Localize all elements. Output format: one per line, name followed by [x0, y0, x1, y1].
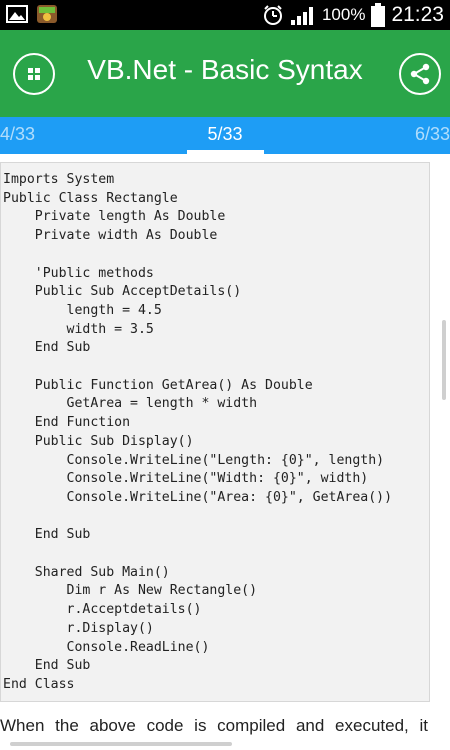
page-title: VB.Net - Basic Syntax: [87, 54, 363, 85]
code-line: Console.WriteLine("Width: {0}", width): [3, 471, 369, 487]
code-line: Public Sub AcceptDetails(): [3, 284, 242, 300]
tab-current[interactable]: 5/33: [0, 124, 450, 145]
app-bar: VB.Net - Basic Syntax: [0, 30, 450, 117]
code-line: r.Display(): [3, 620, 154, 636]
code-line: End Class: [3, 676, 75, 692]
clock: 21:23: [391, 3, 444, 26]
signal-icon: [290, 7, 313, 25]
description-text: When the above code is compiled and exec…: [0, 716, 428, 735]
code-line: End Sub: [3, 658, 91, 674]
code-line: Public Function GetArea() As Double: [3, 377, 313, 393]
horizontal-scrollbar[interactable]: [10, 742, 232, 746]
gallery-icon: [6, 5, 28, 23]
code-line: width = 3.5: [3, 321, 154, 337]
code-line: Shared Sub Main(): [3, 564, 170, 580]
code-line: length = 4.5: [3, 302, 162, 318]
share-icon: [410, 63, 430, 85]
code-line: Imports System: [3, 172, 115, 187]
code-line: End Sub: [3, 527, 91, 543]
code-line: Public Sub Display(): [3, 433, 194, 449]
code-line: End Function: [3, 415, 131, 431]
code-line: r.Acceptdetails(): [3, 602, 202, 618]
code-line: End Sub: [3, 340, 91, 356]
code-line: Dim r As New Rectangle(): [3, 583, 258, 599]
code-line: 'Public methods: [3, 265, 154, 281]
tab-indicator: [187, 150, 264, 154]
code-line: Console.WriteLine("Area: {0}", GetArea()…: [3, 489, 393, 505]
tab-next[interactable]: 6/33: [415, 124, 450, 145]
code-line: Console.WriteLine("Length: {0}", length): [3, 452, 385, 468]
battery-icon: [371, 3, 386, 27]
status-bar: 100% 21:23: [0, 0, 450, 30]
page-tabs: 5/33 4/33 6/33: [0, 117, 450, 154]
vertical-scrollbar[interactable]: [442, 320, 446, 400]
code-line: GetArea = length * width: [3, 396, 258, 412]
share-button[interactable]: [399, 53, 441, 95]
code-line: Public Class Rectangle: [3, 190, 178, 206]
notification-icons: [6, 4, 58, 24]
tab-previous[interactable]: 4/33: [0, 124, 35, 145]
code-line: Private length As Double: [3, 209, 226, 225]
app-notification-icon: [37, 5, 57, 23]
battery-percent: 100%: [321, 5, 366, 24]
code-line: Console.ReadLine(): [3, 639, 210, 655]
code-line: Private width As Double: [3, 228, 218, 244]
status-indicators: 100% 21:23: [262, 2, 444, 28]
alarm-icon: [263, 5, 282, 25]
code-block: Imports System Public Class Rectangle Pri…: [0, 162, 430, 702]
